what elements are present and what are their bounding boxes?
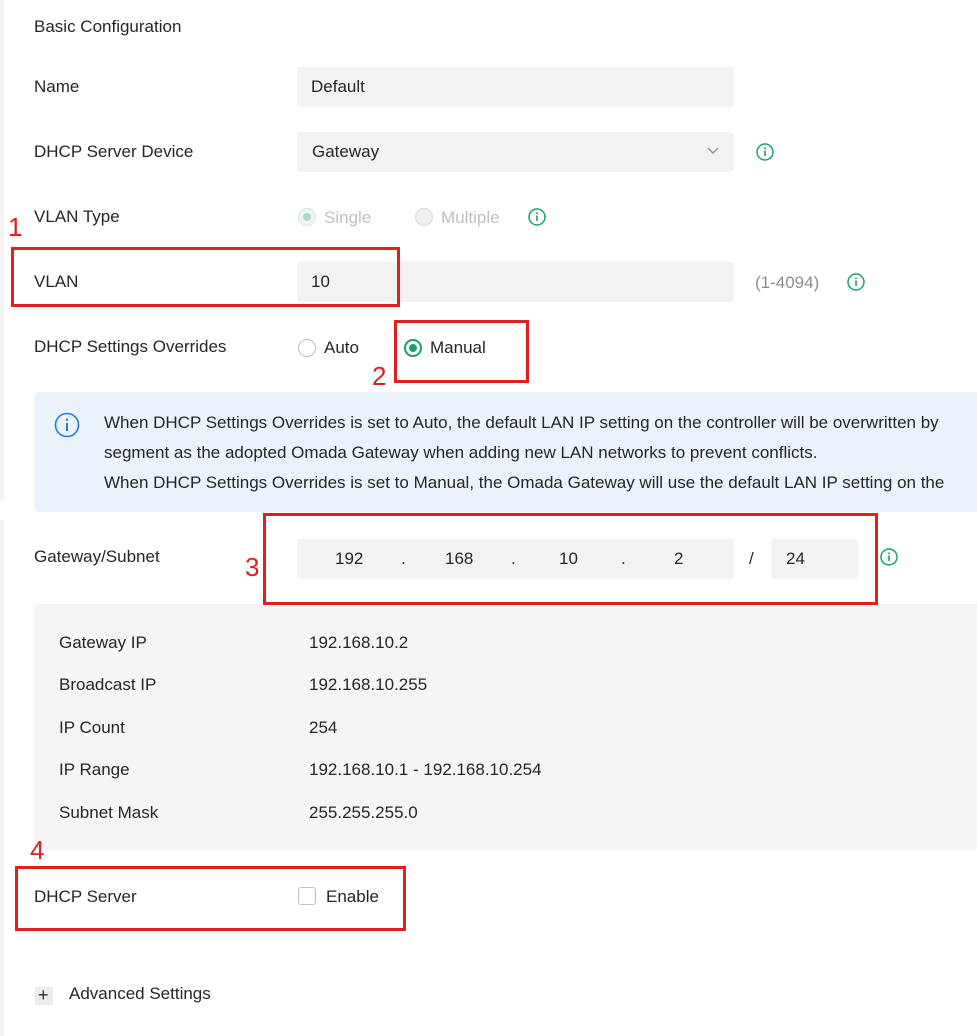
left-edge-strip	[0, 0, 4, 500]
vlan-range-hint: (1-4094)	[755, 273, 820, 292]
name-input[interactable]: Default	[297, 67, 734, 107]
summary-value: 192.168.10.255	[309, 675, 428, 694]
dhcp-device-info-icon[interactable]	[756, 143, 774, 161]
vlan-type-multiple-label: Multiple	[441, 208, 500, 227]
summary-value: 192.168.10.1 - 192.168.10.254	[309, 760, 542, 779]
network-summary-panel: Gateway IP 192.168.10.2 Broadcast IP 192…	[34, 604, 977, 850]
summary-value: 255.255.255.0	[309, 803, 418, 822]
vlan-type-multiple-radio[interactable]	[415, 208, 433, 226]
annotation-box-2	[394, 320, 529, 383]
plus-glyph: +	[38, 985, 49, 1005]
dhcp-server-device-value: Gateway	[312, 142, 380, 161]
annotation-box-4	[15, 866, 406, 931]
summary-value: 254	[309, 718, 338, 737]
vlan-type-label: VLAN Type	[34, 207, 120, 226]
advanced-settings-expand-icon[interactable]: +	[35, 985, 53, 1005]
vlan-type-single-radio[interactable]	[298, 208, 316, 226]
summary-label: Broadcast IP	[59, 675, 157, 694]
page: Basic Configuration Name Default DHCP Se…	[0, 0, 977, 1036]
dhcp-server-device-select[interactable]: Gateway	[297, 132, 734, 172]
notice-info-icon	[54, 412, 80, 438]
annotation-number-3: 3	[245, 552, 260, 582]
vlan-type-single-label: Single	[324, 208, 372, 227]
dhcp-overrides-auto-label: Auto	[324, 338, 359, 357]
annotation-box-3	[263, 513, 878, 605]
name-value: Default	[311, 77, 365, 96]
annotation-number-4: 4	[30, 835, 45, 865]
gateway-subnet-label: Gateway/Subnet	[34, 547, 160, 566]
dhcp-overrides-label: DHCP Settings Overrides	[34, 337, 227, 356]
dhcp-server-device-label: DHCP Server Device	[34, 142, 194, 161]
summary-label: IP Range	[59, 760, 130, 779]
annotation-box-1	[11, 247, 400, 307]
annotation-number-2: 2	[372, 361, 387, 391]
vlan-type-info-icon[interactable]	[528, 208, 546, 226]
vlan-info-icon[interactable]	[847, 273, 865, 291]
summary-label: IP Count	[59, 718, 125, 737]
left-edge-strip-lower	[0, 520, 4, 1036]
gateway-subnet-info-icon[interactable]	[880, 548, 898, 566]
advanced-settings-toggle[interactable]: Advanced Settings	[69, 984, 211, 1004]
dhcp-overrides-auto-radio[interactable]	[298, 339, 316, 357]
chevron-down-icon	[707, 147, 719, 154]
notice-line-1: When DHCP Settings Overrides is set to A…	[104, 413, 939, 432]
summary-value: 192.168.10.2	[309, 633, 409, 652]
notice-line-2: segment as the adopted Omada Gateway whe…	[104, 443, 818, 462]
summary-label: Subnet Mask	[59, 803, 159, 822]
name-label: Name	[34, 77, 80, 96]
summary-label: Gateway IP	[59, 633, 147, 652]
annotation-number-1: 1	[8, 212, 23, 242]
info-notice: When DHCP Settings Overrides is set to A…	[34, 392, 977, 512]
section-title: Basic Configuration	[34, 17, 182, 36]
notice-line-3: When DHCP Settings Overrides is set to M…	[104, 473, 945, 492]
